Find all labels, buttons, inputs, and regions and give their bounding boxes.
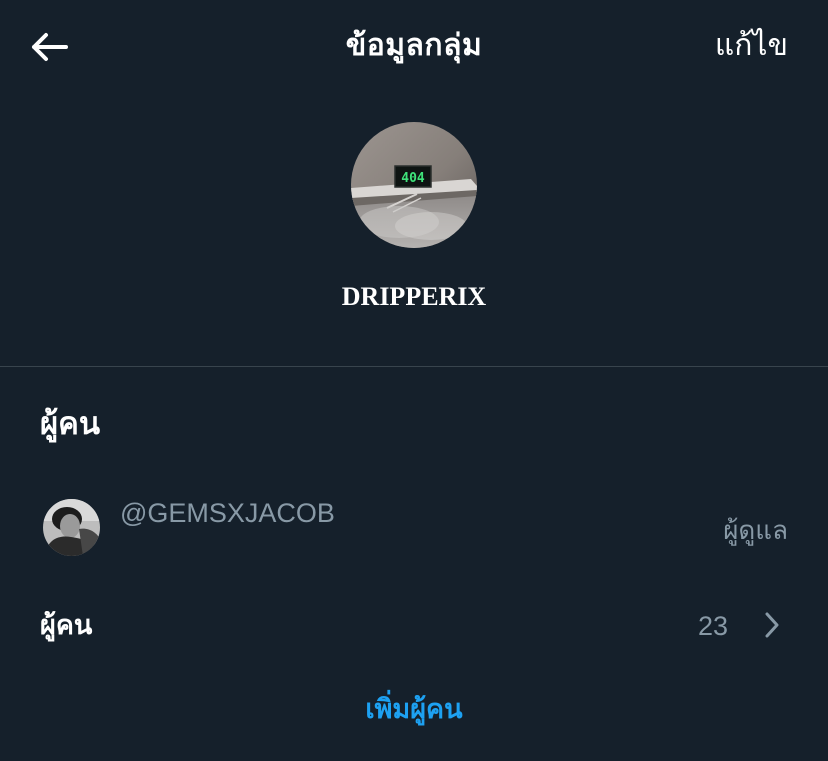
- people-section-title: ผู้คน: [40, 406, 101, 442]
- group-avatar[interactable]: 404: [351, 122, 477, 248]
- avatar: [43, 499, 100, 556]
- page-title: ข้อมูลกลุ่ม: [345, 28, 483, 63]
- chevron-right-icon: [765, 612, 779, 638]
- sign-text: 404: [401, 171, 425, 186]
- top-bar: ข้อมูลกลุ่ม แก้ไข: [0, 0, 828, 92]
- edit-button[interactable]: แก้ไข: [715, 26, 788, 66]
- member-handle: @GEMSXJACOB: [120, 498, 335, 528]
- section-divider: [0, 366, 828, 367]
- group-name: DRIPPERIX: [341, 282, 487, 311]
- people-list-row[interactable]: ผู้คน 23: [0, 598, 828, 658]
- people-row-label: ผู้คน: [40, 610, 93, 641]
- member-role-badge: ผู้ดูแล: [723, 516, 788, 546]
- member-avatar-image: [43, 499, 100, 556]
- group-avatar-image: 404: [351, 122, 477, 248]
- add-people-button[interactable]: เพิ่มผู้คน: [0, 690, 828, 730]
- people-count: 23: [697, 611, 728, 641]
- member-row[interactable]: @GEMSXJACOB ผู้ดูแล: [0, 488, 828, 568]
